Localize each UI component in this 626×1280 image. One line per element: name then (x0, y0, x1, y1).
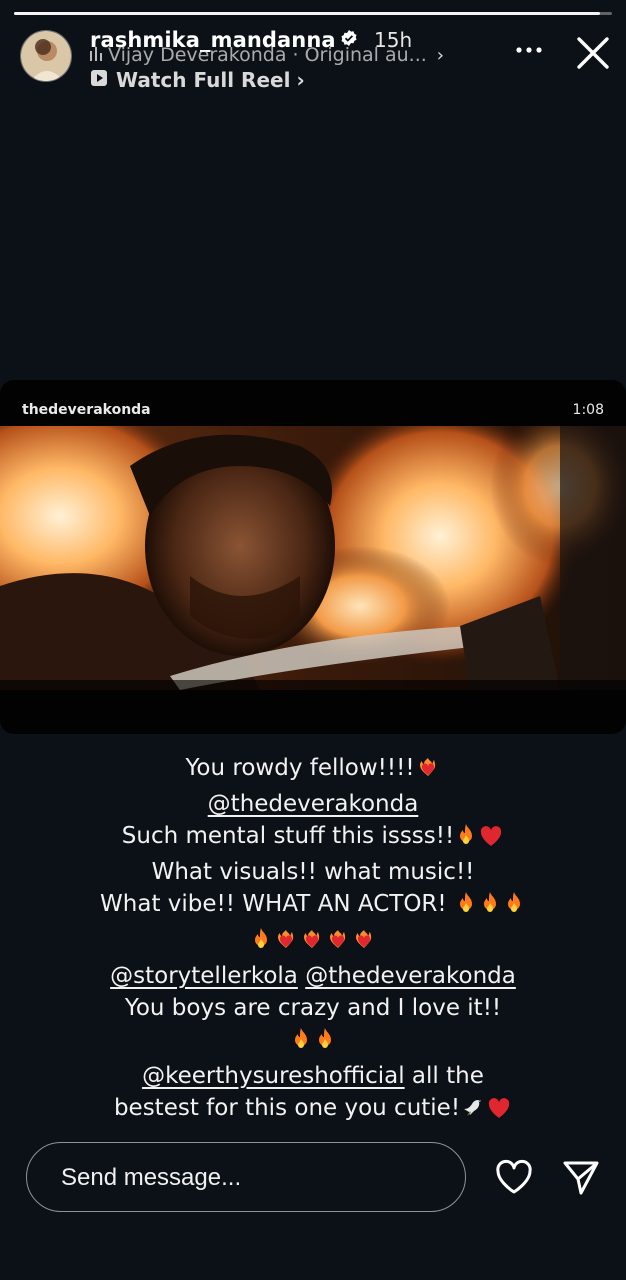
reel-duration: 1:08 (572, 402, 604, 418)
caption-line: bestest for this one you cutie! (0, 1092, 626, 1128)
music-row[interactable]: Vijay Deverakonda · Original au... › (90, 44, 444, 66)
close-button[interactable] (574, 34, 612, 72)
heart-icon (496, 1159, 532, 1194)
caption-line: Such mental stuff this issss!! (0, 820, 626, 856)
caption-line: What visuals!! what music!! (151, 859, 475, 885)
fire-emoji-icon (503, 891, 525, 924)
heart-on-fire-emoji-icon (300, 927, 324, 960)
story-progress-bar (14, 12, 612, 15)
story-progress-fill (14, 12, 601, 15)
send-icon (563, 1161, 599, 1195)
red-heart-emoji-icon (479, 824, 503, 856)
watch-full-reel-link[interactable]: Watch Full Reel › (90, 68, 305, 92)
dove-emoji-icon (461, 1095, 485, 1128)
fire-emoji-icon (455, 891, 477, 924)
mention-link[interactable]: @thedeverakonda (208, 791, 419, 817)
like-button[interactable] (494, 1158, 534, 1196)
more-dots-icon (516, 47, 542, 53)
message-composer[interactable] (26, 1142, 466, 1213)
caption-text: You rowdy fellow!!!! (185, 755, 415, 781)
share-button[interactable] (562, 1158, 600, 1196)
music-bars-icon (90, 44, 102, 66)
mention-link[interactable]: @thedeverakonda (305, 963, 516, 989)
mention-link[interactable]: @storytellerkola (110, 963, 298, 989)
caption-line: @storytellerkola @thedeverakonda (0, 960, 626, 992)
shared-reel-card[interactable]: thedeverakonda 1:08 (0, 380, 626, 734)
fire-emoji-icon (290, 1027, 312, 1060)
caption-line (0, 1024, 626, 1060)
reel-video-frame[interactable] (0, 426, 626, 690)
chevron-right-icon: › (436, 44, 444, 66)
fire-emoji-icon (479, 891, 501, 924)
caption-text: Such mental stuff this issss!! (121, 823, 455, 849)
fire-emoji-icon (455, 823, 477, 856)
red-heart-emoji-icon (487, 1096, 511, 1128)
caption-line: You boys are crazy and I love it!! (124, 995, 502, 1021)
play-icon (90, 68, 108, 92)
caption-line: @thedeverakonda (0, 788, 626, 820)
caption-text: bestest for this one you cutie! (113, 1095, 461, 1121)
close-icon (577, 37, 609, 69)
heart-on-fire-emoji-icon (326, 927, 350, 960)
fire-emoji-icon (250, 927, 272, 960)
story-header: rashmika_mandanna 15h Vijay Deverakonda … (0, 20, 626, 100)
heart-on-fire-emoji-icon (274, 927, 298, 960)
heart-on-fire-emoji-icon (352, 927, 376, 960)
reel-author[interactable]: thedeverakonda (22, 402, 151, 418)
caption-line: You rowdy fellow!!!! (0, 752, 626, 788)
fire-emoji-icon (314, 1027, 336, 1060)
caption-text: all the (404, 1063, 484, 1089)
caption-line: @keerthysureshofficial all the (0, 1060, 626, 1092)
chevron-right-icon: › (296, 68, 305, 92)
caption-text: What vibe!! WHAT AN ACTOR! (100, 891, 454, 917)
more-options-button[interactable] (512, 38, 546, 62)
send-message-input[interactable] (61, 1143, 441, 1213)
story-caption: You rowdy fellow!!!! @thedeverakonda Suc… (0, 752, 626, 1128)
caption-line (0, 924, 626, 960)
watch-full-reel-label: Watch Full Reel (116, 68, 291, 92)
music-label: Vijay Deverakonda · Original au... (108, 44, 427, 66)
mention-link[interactable]: @keerthysureshofficial (142, 1063, 405, 1089)
avatar[interactable] (20, 30, 72, 82)
caption-line: What vibe!! WHAT AN ACTOR! (0, 888, 626, 924)
heart-on-fire-emoji-icon (416, 755, 440, 788)
